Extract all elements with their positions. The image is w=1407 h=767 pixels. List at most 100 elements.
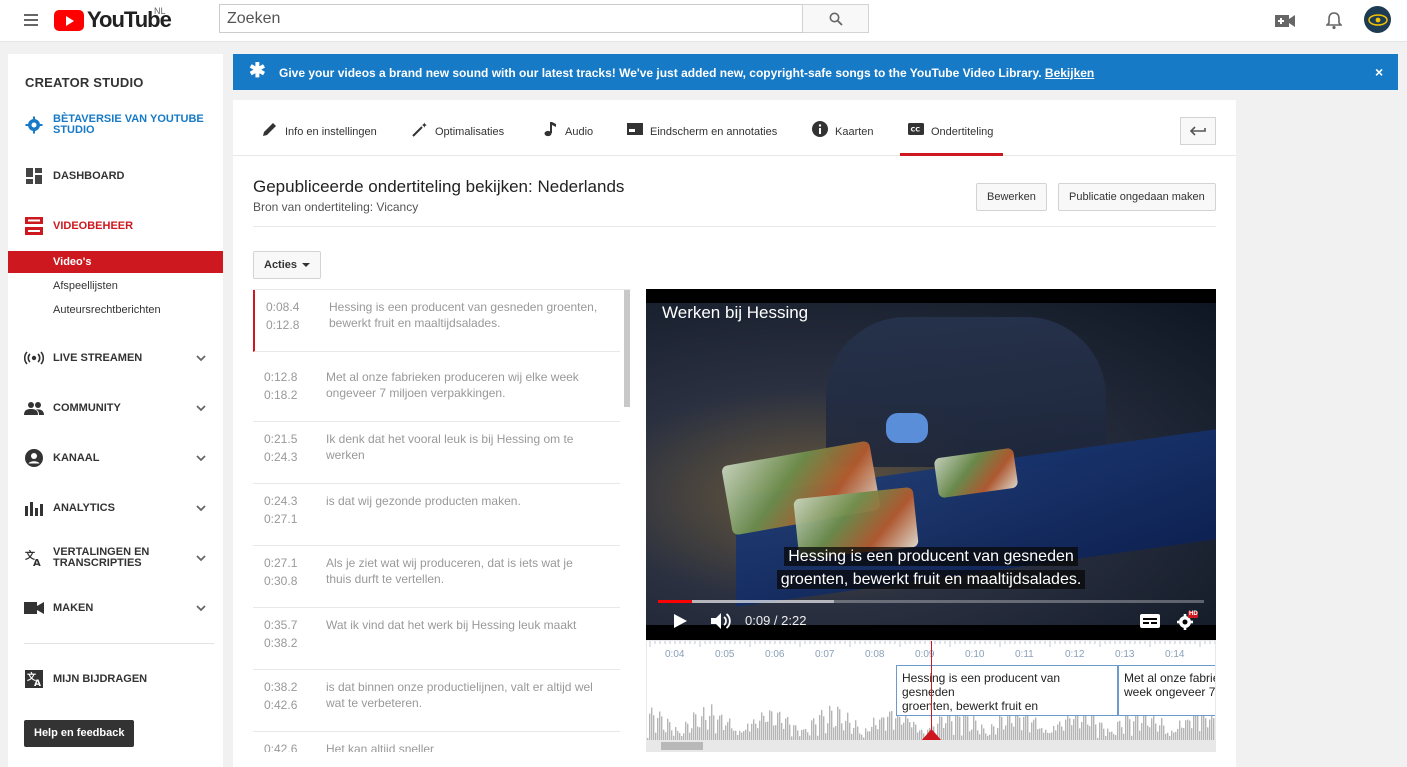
waveform-bar xyxy=(789,724,791,741)
waveform-bar xyxy=(1015,714,1017,741)
avatar[interactable] xyxy=(1364,6,1391,33)
waveform-bar xyxy=(1141,723,1143,741)
caption-timeline[interactable]: 0:04 0:05 0:06 0:07 0:08 0:09 0:10 0:11 … xyxy=(646,640,1216,752)
caption-end: 0:27.1 xyxy=(264,512,298,526)
waveform-bar xyxy=(1149,727,1151,741)
sidebar-item-live[interactable]: LIVE STREAMEN xyxy=(8,348,223,368)
close-icon[interactable]: × xyxy=(1375,64,1383,80)
bell-icon[interactable] xyxy=(1322,9,1346,33)
caption-row[interactable]: 0:21.5 0:24.3 Ik denk dat het vooral leu… xyxy=(253,422,620,484)
waveform-bar xyxy=(813,718,815,741)
timeline-tick: 0:12 xyxy=(1065,649,1085,660)
chevron-down-icon[interactable] xyxy=(195,502,207,514)
caption-row[interactable]: 0:27.1 0:30.8 Als je ziet wat wij produc… xyxy=(253,546,620,608)
waveform-bar xyxy=(721,714,723,741)
search-input[interactable]: Zoeken xyxy=(219,4,803,33)
waveform-bar xyxy=(857,726,859,741)
help-feedback-button[interactable]: Help en feedback xyxy=(24,720,135,747)
waveform-bar xyxy=(1019,717,1021,741)
tab-kaarten[interactable]: Kaarten xyxy=(811,121,874,156)
tab-eindscherm[interactable]: Eindscherm en annotaties xyxy=(626,122,777,156)
caption-end: 0:30.8 xyxy=(264,574,298,588)
hd-badge: HD xyxy=(1189,611,1198,617)
subtitles-icon[interactable] xyxy=(1140,614,1160,628)
asterisk-icon: ✱ xyxy=(249,60,266,82)
tab-label: Info en instellingen xyxy=(285,126,377,138)
waveform-bar xyxy=(747,723,749,741)
waveform-bar xyxy=(751,723,753,741)
video-camera-plus-icon[interactable] xyxy=(1273,9,1297,33)
caption-row[interactable]: 0:35.7 0:38.2 Wat ik vind dat het werk b… xyxy=(253,608,620,670)
sidebar-item-label-line: TRANSCRIPTIES xyxy=(53,557,142,569)
edit-button[interactable]: Bewerken xyxy=(976,183,1047,211)
sidebar-item-bijdragen[interactable]: 文A MIJN BIJDRAGEN xyxy=(8,669,223,689)
back-button[interactable] xyxy=(1180,117,1216,145)
waveform-bar xyxy=(779,711,781,741)
timeline-caption-block[interactable]: Met al onze fabrieken week ongeveer 7 xyxy=(1118,665,1215,716)
timeline-caption-block[interactable]: Hessing is een producent van gesneden gr… xyxy=(896,665,1118,716)
chevron-down-icon[interactable] xyxy=(195,552,207,564)
announcement-banner: ✱ Give your videos a brand new sound wit… xyxy=(233,54,1398,90)
volume-icon[interactable] xyxy=(710,612,732,630)
tab-label: Eindscherm en annotaties xyxy=(650,126,778,138)
timeline-tick: 0:10 xyxy=(965,649,985,660)
play-icon[interactable] xyxy=(672,613,688,629)
tab-optimalisaties[interactable]: ✦ Optimalisaties xyxy=(411,121,504,156)
sidebar-item-dashboard[interactable]: DASHBOARD xyxy=(8,166,223,186)
waveform-bar xyxy=(713,715,715,741)
waveform-bar xyxy=(669,722,671,741)
waveform-bar xyxy=(847,712,849,741)
chevron-down-icon[interactable] xyxy=(195,602,207,614)
sidebar-sub-playlists[interactable]: Afspeellijsten xyxy=(8,275,223,297)
tab-ondertiteling[interactable]: CC Ondertiteling xyxy=(900,122,1003,156)
search-button[interactable] xyxy=(802,4,869,33)
waveform-bar xyxy=(1195,712,1197,741)
caption-list-scrollbar[interactable] xyxy=(624,290,630,407)
sidebar-item-kanaal[interactable]: KANAAL xyxy=(8,448,223,468)
sidebar-item-vertalingen[interactable]: 文A VERTALINGEN EN TRANSCRIPTIES xyxy=(8,546,223,570)
waveform-bar xyxy=(913,721,915,741)
tab-info[interactable]: Info en instellingen xyxy=(261,122,377,156)
caption-text: Hessing is een producent van gesneden gr… xyxy=(329,300,598,330)
video-player[interactable]: Werken bij Hessing Hessing is een produc… xyxy=(646,289,1216,640)
sidebar-item-maken[interactable]: MAKEN xyxy=(8,598,223,618)
caption-row[interactable]: 0:42.6 Het kan altijd sneller xyxy=(253,732,620,752)
waveform-bar xyxy=(709,715,711,741)
caption-row[interactable]: 0:08.4 0:12.8 Hessing is een producent v… xyxy=(253,290,620,352)
unpublish-button[interactable]: Publicatie ongedaan maken xyxy=(1058,183,1216,211)
timeline-playhead[interactable] xyxy=(931,641,932,741)
waveform-bar xyxy=(973,716,975,741)
sidebar-item-videobeheer[interactable]: VIDEOBEHEER xyxy=(8,216,223,236)
menu-icon[interactable] xyxy=(24,14,38,26)
waveform-bar xyxy=(1185,720,1187,741)
sidebar-item-community[interactable]: COMMUNITY xyxy=(8,398,223,418)
waveform-bar xyxy=(1025,714,1027,741)
waveform-bar xyxy=(1193,715,1195,741)
chevron-down-icon[interactable] xyxy=(195,352,207,364)
banner-link[interactable]: Bekijken xyxy=(1045,66,1094,80)
sidebar-sub-videos[interactable]: Video's xyxy=(8,251,223,273)
chevron-down-icon[interactable] xyxy=(195,452,207,464)
sidebar-item-analytics[interactable]: ANALYTICS xyxy=(8,498,223,518)
waveform-bar xyxy=(1031,722,1033,741)
chevron-down-icon[interactable] xyxy=(195,402,207,414)
caption-row[interactable]: 0:24.3 0:27.1 is dat wij gezonde product… xyxy=(253,484,620,546)
sidebar-sub-copyright[interactable]: Auteursrechtberichten xyxy=(8,299,223,321)
timeline-tick: 0:08 xyxy=(865,649,885,660)
caption-start: 0:21.5 xyxy=(264,432,298,446)
tab-audio[interactable]: Audio xyxy=(541,122,593,156)
caption-list: 0:08.4 0:12.8 Hessing is een producent v… xyxy=(253,289,631,752)
timeline-scrollbar[interactable] xyxy=(647,740,1215,751)
sidebar-item-label: ANALYTICS xyxy=(53,501,115,514)
caption-start: 0:12.8 xyxy=(264,370,298,384)
waveform-bar xyxy=(793,725,795,741)
sidebar-item-beta[interactable]: BÈTAVERSIE VAN YOUTUBE STUDIO xyxy=(8,114,223,136)
svg-text:A: A xyxy=(33,558,41,567)
caption-row[interactable]: 0:38.2 0:42.6 is dat binnen onze product… xyxy=(253,670,620,732)
waveform-bar xyxy=(981,724,983,741)
caption-row[interactable]: 0:12.8 0:18.2 Met al onze fabrieken prod… xyxy=(253,360,620,422)
video-time: 0:09 / 2:22 xyxy=(745,613,807,628)
timeline-scroll-thumb[interactable] xyxy=(661,742,703,750)
caption-start: 0:24.3 xyxy=(264,494,298,508)
actions-dropdown[interactable]: Acties xyxy=(253,251,322,279)
